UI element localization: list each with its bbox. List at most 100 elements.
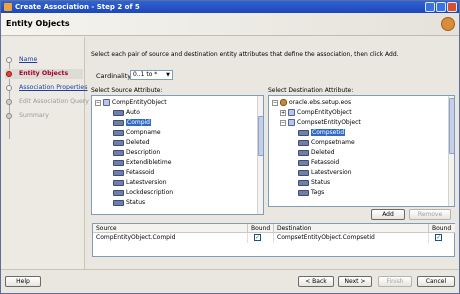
attribute-icon bbox=[113, 169, 124, 176]
wizard-header: Entity Objects bbox=[1, 13, 459, 36]
tree-node[interactable]: Latestversion bbox=[113, 178, 167, 187]
tree-node-label: oracle.ebs.setup.eos bbox=[289, 99, 352, 106]
tree-node-label: Deleted bbox=[311, 149, 335, 156]
tree-node[interactable]: Deleted bbox=[298, 148, 335, 157]
source-tree-scrollbar[interactable] bbox=[257, 96, 263, 214]
attribute-icon bbox=[113, 109, 124, 116]
tree-node-label: Auto bbox=[126, 109, 140, 116]
attribute-icon bbox=[113, 189, 124, 196]
cardinality-label: Cardinality: bbox=[96, 72, 133, 80]
attribute-icon bbox=[113, 199, 124, 206]
tree-node-label: Latestversion bbox=[311, 169, 352, 176]
tree-node[interactable]: Description bbox=[113, 148, 160, 157]
source-attribute-label: Select Source Attribute: bbox=[91, 87, 163, 94]
tree-node-label: Fetassoid bbox=[126, 169, 155, 176]
scrollbar-thumb[interactable] bbox=[449, 98, 454, 154]
tree-node-label: CompsetEntityObject bbox=[297, 119, 361, 126]
remove-button[interactable]: Remove bbox=[409, 209, 451, 220]
close-button[interactable] bbox=[447, 2, 457, 12]
source-attribute-tree[interactable]: − CompEntityObject Auto Compid Compname D… bbox=[91, 95, 264, 215]
entity-icon bbox=[288, 119, 295, 126]
tree-node[interactable]: − CompEntityObject bbox=[95, 98, 167, 107]
cancel-button[interactable]: Cancel bbox=[417, 276, 455, 287]
tree-node[interactable]: Status bbox=[113, 198, 145, 207]
table-cell-destination: CompsetEntityObject.Compsetid bbox=[274, 233, 429, 243]
destination-bound-checkbox[interactable]: ✓ bbox=[435, 234, 442, 241]
collapse-icon[interactable]: − bbox=[280, 119, 286, 126]
scrollbar-thumb[interactable] bbox=[258, 116, 263, 156]
column-header-source[interactable]: Source bbox=[93, 224, 248, 233]
attribute-icon bbox=[113, 129, 124, 136]
table-cell-source-bound: ✓ bbox=[248, 233, 274, 243]
tree-node[interactable]: Lockdescription bbox=[113, 188, 173, 197]
minimize-button[interactable] bbox=[425, 2, 435, 12]
tree-node[interactable]: − CompsetEntityObject bbox=[280, 118, 361, 127]
wizard-footer: Help < Back Next > Finish Cancel bbox=[1, 269, 459, 293]
tree-node-label: Description bbox=[126, 149, 161, 156]
collapse-icon[interactable]: − bbox=[272, 99, 278, 106]
step-dot-icon bbox=[6, 57, 12, 63]
tree-node[interactable]: Extendibletime bbox=[113, 158, 171, 167]
tree-node-label: Status bbox=[126, 199, 146, 206]
tree-node[interactable]: Fetassoid bbox=[298, 158, 339, 167]
tree-node-label: Fetassoid bbox=[311, 159, 340, 166]
finish-button[interactable]: Finish bbox=[378, 276, 412, 287]
attribute-icon bbox=[298, 169, 309, 176]
title-bar[interactable]: Create Association - Step 2 of 5 bbox=[1, 1, 459, 13]
back-button[interactable]: < Back bbox=[298, 276, 334, 287]
attribute-icon bbox=[298, 149, 309, 156]
tree-node-label: Compname bbox=[126, 129, 161, 136]
column-header-destination-bound[interactable]: Bound bbox=[429, 224, 455, 233]
tree-node[interactable]: − oracle.ebs.setup.eos bbox=[272, 98, 351, 107]
nav-item-label: Summary bbox=[19, 112, 49, 119]
tree-node[interactable]: Tags bbox=[298, 188, 324, 197]
tree-node[interactable]: Compsetname bbox=[298, 138, 355, 147]
table-cell-destination-bound: ✓ bbox=[429, 233, 455, 243]
add-button[interactable]: Add bbox=[371, 209, 405, 220]
destination-attribute-label: Select Destination Attribute: bbox=[268, 87, 354, 94]
attribute-icon bbox=[298, 189, 309, 196]
tree-node-label: Lockdescription bbox=[126, 189, 174, 196]
nav-item-entity-objects[interactable]: Entity Objects bbox=[5, 69, 83, 79]
tree-node-label: Extendibletime bbox=[126, 159, 172, 166]
tree-node-selected[interactable]: Compid bbox=[113, 118, 151, 127]
app-icon bbox=[4, 3, 12, 11]
nav-item-association-properties[interactable]: Association Properties bbox=[5, 83, 87, 93]
window-title: Create Association - Step 2 of 5 bbox=[15, 3, 140, 11]
nav-item-name[interactable]: Name bbox=[5, 55, 37, 65]
main-content: Select each pair of source and destinati… bbox=[89, 37, 457, 269]
tree-node-label: Tags bbox=[311, 189, 325, 196]
column-header-destination[interactable]: Destination bbox=[274, 224, 429, 233]
source-bound-checkbox[interactable]: ✓ bbox=[254, 234, 261, 241]
destination-attribute-tree[interactable]: − oracle.ebs.setup.eos + CompEntityObject … bbox=[268, 95, 455, 207]
tree-node[interactable]: Status bbox=[298, 178, 330, 187]
column-header-source-bound[interactable]: Bound bbox=[248, 224, 274, 233]
tree-node[interactable]: Auto bbox=[113, 108, 140, 117]
tree-node-selected[interactable]: Compsetid bbox=[298, 128, 346, 137]
tree-node-label: Status bbox=[311, 179, 331, 186]
tree-node-label: Compsetname bbox=[311, 139, 355, 146]
step-dot-icon bbox=[6, 99, 12, 105]
tree-node-label: Latestversion bbox=[126, 179, 167, 186]
tree-node[interactable]: + CompEntityObject bbox=[280, 108, 352, 117]
package-icon bbox=[280, 99, 287, 106]
help-button[interactable]: Help bbox=[5, 276, 41, 287]
tree-node[interactable]: Latestversion bbox=[298, 168, 352, 177]
cardinality-value: 0..1 to * bbox=[133, 71, 158, 78]
page-title: Entity Objects bbox=[6, 19, 70, 28]
maximize-button[interactable] bbox=[436, 2, 446, 12]
attribute-icon bbox=[113, 119, 124, 126]
cardinality-select[interactable]: 0..1 to * ▼ bbox=[130, 70, 173, 80]
step-dot-icon bbox=[6, 85, 12, 91]
destination-tree-scrollbar[interactable] bbox=[448, 96, 454, 206]
expand-icon[interactable]: + bbox=[280, 109, 286, 116]
tree-node[interactable]: Compname bbox=[113, 128, 161, 137]
attribute-icon bbox=[298, 139, 309, 146]
next-button[interactable]: Next > bbox=[338, 276, 372, 287]
collapse-icon[interactable]: − bbox=[95, 99, 101, 106]
attribute-icon bbox=[113, 149, 124, 156]
entity-icon bbox=[103, 99, 110, 106]
tree-node-label: Compid bbox=[126, 119, 151, 126]
tree-node[interactable]: Fetassoid bbox=[113, 168, 154, 177]
tree-node[interactable]: Deleted bbox=[113, 138, 150, 147]
